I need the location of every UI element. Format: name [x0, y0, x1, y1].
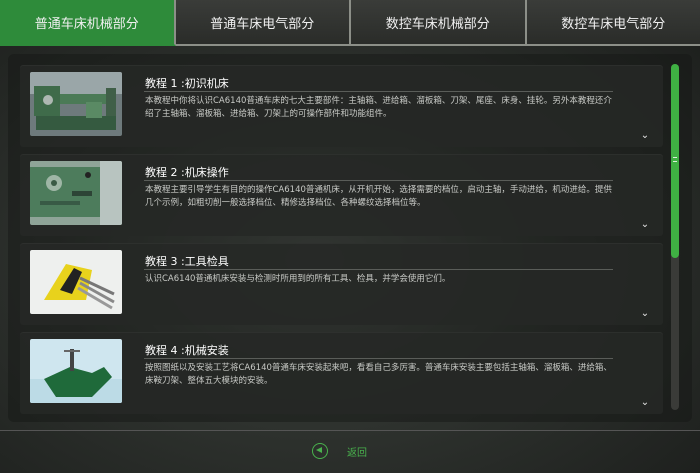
tutorial-4-title: 教程 4 :机械安装	[145, 344, 229, 357]
tab-cnc-mechanical[interactable]: 数控车床机械部分	[351, 0, 527, 46]
tutorial-card-4[interactable]: 教程 4 :机械安装 按照图纸以及安装工艺将CA6140普通车床安装起来吧，看看…	[20, 332, 663, 414]
tutorial-3-description: 认识CA6140普通机床安装与检测时所用到的所有工具、检具，并学会使用它们。	[145, 274, 451, 284]
tutorial-3-title: 教程 3 :工具检具	[145, 255, 229, 268]
divider	[144, 180, 613, 181]
divider	[144, 269, 613, 270]
tutorial-1-title: 教程 1 :初识机床	[145, 77, 229, 90]
footer-divider	[0, 430, 700, 431]
tab-bar: 普通车床机械部分 普通车床电气部分 数控车床机械部分 数控车床电气部分	[0, 0, 700, 46]
chevron-down-icon[interactable]: ⌄	[639, 397, 651, 409]
tutorial-4-thumbnail	[30, 339, 122, 403]
back-button[interactable]: 返回	[312, 443, 367, 459]
tutorial-card-2[interactable]: 教程 2 :机床操作 本教程主要引导学生有目的的操作CA6140普通机床，从开机…	[20, 154, 663, 236]
divider	[144, 91, 613, 92]
tab-lathe-electrical[interactable]: 普通车床电气部分	[175, 0, 351, 46]
tutorial-2-description: 本教程主要引导学生有目的的操作CA6140普通机床，从开机开始，选择需要的档位，…	[145, 185, 612, 208]
tutorial-1-description: 本教程中你将认识CA6140普通车床的七大主要部件：主轴箱、进给箱、溜板箱、刀架…	[145, 96, 612, 119]
tab-lathe-mechanical[interactable]: 普通车床机械部分	[0, 0, 176, 46]
tutorial-2-thumbnail	[30, 161, 122, 225]
scrollbar-grip-icon	[673, 157, 677, 162]
tutorial-4-description: 按照图纸以及安装工艺将CA6140普通车床安装起来吧，看看自己多厉害。普通车床安…	[145, 363, 612, 386]
chevron-down-icon[interactable]: ⌄	[639, 308, 651, 320]
chevron-down-icon[interactable]: ⌄	[639, 219, 651, 231]
tutorial-3-thumbnail	[30, 250, 122, 314]
divider	[144, 358, 613, 359]
back-arrow-icon	[312, 443, 328, 459]
tutorial-2-title: 教程 2 :机床操作	[145, 166, 229, 179]
tab-cnc-electrical[interactable]: 数控车床电气部分	[526, 0, 700, 46]
tutorial-card-3[interactable]: 教程 3 :工具检具 认识CA6140普通机床安装与检测时所用到的所有工具、检具…	[20, 243, 663, 325]
tutorial-1-thumbnail	[30, 72, 122, 136]
chevron-down-icon[interactable]: ⌄	[639, 130, 651, 142]
tutorial-card-1[interactable]: 教程 1 :初识机床 本教程中你将认识CA6140普通车床的七大主要部件：主轴箱…	[20, 65, 663, 147]
back-button-label: 返回	[347, 447, 367, 459]
